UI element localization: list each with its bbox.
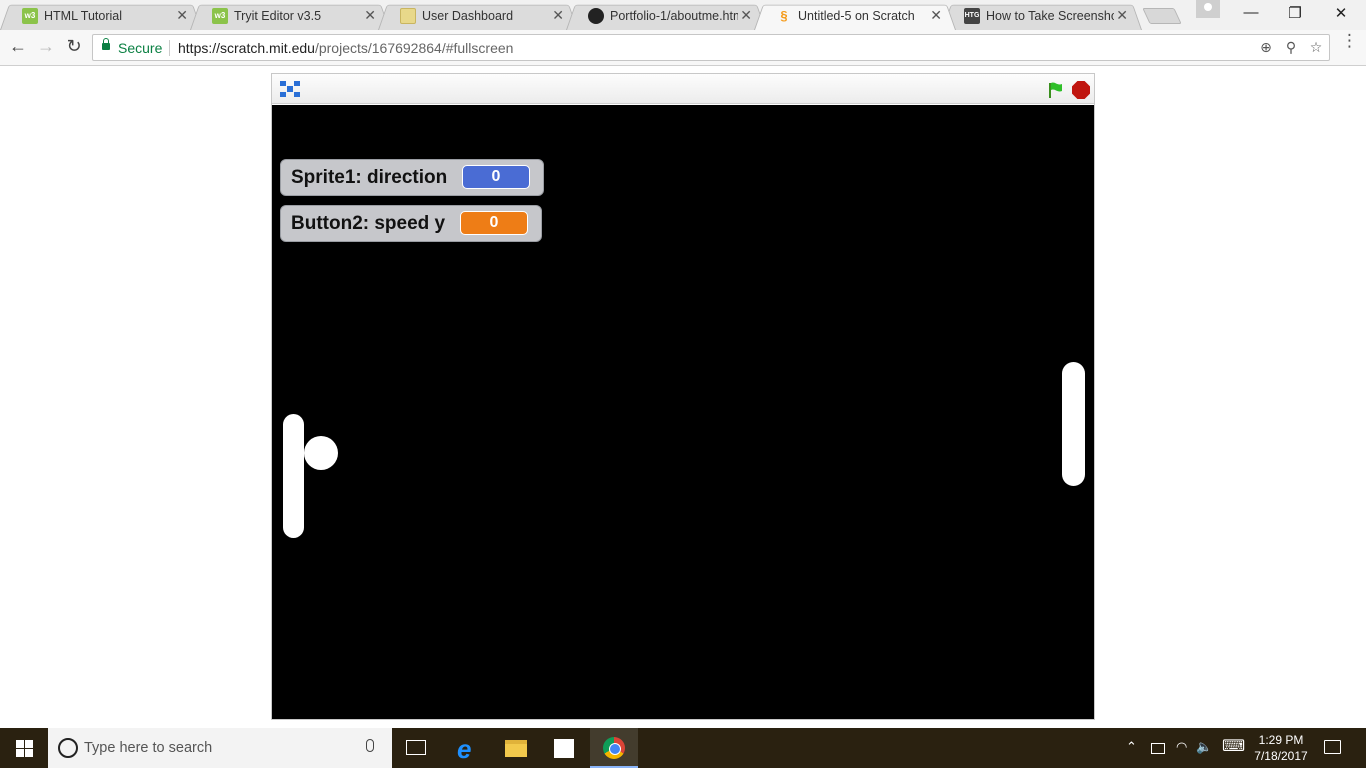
action-center-icon[interactable] [1324,740,1341,754]
folder-icon [400,8,416,24]
monitor-label: Sprite1: direction [291,167,448,188]
search-placeholder: Type here to search [84,740,213,756]
tab-title: User Dashboard [422,9,514,23]
chrome-menu-icon[interactable]: ⋮ [1341,32,1358,49]
windows-taskbar: Type here to search e ⌃ ◠ 🔈 ⌨ 1:29 PM 7/… [0,728,1366,768]
url-text[interactable]: https://scratch.mit.edu/projects/1676928… [178,40,513,56]
forward-button[interactable]: → [34,36,58,57]
browser-toolbar: ← → ↻ Secure https://scratch.mit.edu/pro… [0,30,1366,66]
exit-fullscreen-icon[interactable] [280,81,300,97]
edge-icon[interactable]: e [457,734,471,765]
windows-start-icon[interactable] [16,740,33,757]
chrome-taskbar-button[interactable] [590,728,638,768]
lock-icon [102,38,110,50]
taskbar-clock[interactable]: 1:29 PM 7/18/2017 [1246,732,1316,764]
tray-chevron-icon[interactable]: ⌃ [1126,739,1137,755]
task-view-icon[interactable] [406,740,426,755]
github-icon [588,8,604,24]
close-icon[interactable]: ✕ [1116,7,1128,24]
player-controls-bar [272,74,1094,104]
close-icon[interactable]: ✕ [176,7,188,24]
url-host: https://scratch.mit.edu [178,40,315,56]
chrome-icon [603,737,625,759]
clock-date: 7/18/2017 [1254,749,1308,763]
tab-user-dashboard[interactable]: User Dashboard ✕ [378,2,578,30]
tab-title: Tryit Editor v3.5 [234,9,322,23]
tab-tryit-editor[interactable]: w3 Tryit Editor v3.5 ✕ [190,2,390,30]
close-window-button[interactable]: ✕ [1318,4,1364,22]
w3schools-icon: w3 [22,8,38,24]
tab-title: HTML Tutorial [44,9,123,23]
tab-strip: w3 HTML Tutorial ✕ w3 Tryit Editor v3.5 … [0,0,1366,30]
file-explorer-icon[interactable] [505,740,527,757]
restore-button[interactable]: ❐ [1272,4,1318,22]
stage[interactable]: Sprite1: direction 0 Button2: speed y 0 [272,105,1094,719]
right-paddle-sprite[interactable] [1062,362,1085,486]
tab-title: How to Take Screenshot [986,9,1114,23]
green-flag-icon[interactable] [1046,81,1064,99]
address-bar[interactable]: Secure https://scratch.mit.edu/projects/… [92,34,1330,61]
secure-label: Secure [118,40,163,56]
new-tab-button[interactable] [1142,8,1182,24]
url-path: /projects/167692864/#fullscreen [314,40,514,56]
tab-html-tutorial[interactable]: w3 HTML Tutorial ✕ [0,2,202,30]
clock-time: 1:29 PM [1258,733,1304,747]
bookmark-star-icon[interactable]: ☆ [1307,39,1325,56]
wifi-icon[interactable]: ◠ [1176,739,1187,755]
scratch-icon: § [780,8,788,23]
left-paddle-sprite[interactable] [283,414,304,538]
tab-portfolio[interactable]: Portfolio-1/aboutme.htm ✕ [566,2,766,30]
tab-scratch-active[interactable]: § Untitled-5 on Scratch ✕ [754,2,956,30]
monitor-label: Button2: speed y [291,213,446,234]
reload-button[interactable]: ↻ [62,36,86,57]
keyboard-icon[interactable]: ⌨ [1222,736,1245,756]
cortana-icon [58,738,78,758]
ball-sprite[interactable] [304,436,338,470]
tab-how-to-screenshot[interactable]: HTG How to Take Screenshot ✕ [942,2,1142,30]
profile-icon[interactable] [1196,0,1220,18]
store-icon[interactable] [554,739,574,758]
key-icon[interactable]: ⚲ [1282,39,1300,56]
divider [169,40,170,56]
volume-icon[interactable]: 🔈 [1196,739,1212,755]
close-icon[interactable]: ✕ [552,7,564,24]
variable-monitor-speed-y: Button2: speed y 0 [280,205,542,242]
close-icon[interactable]: ✕ [740,7,752,24]
close-icon[interactable]: ✕ [930,7,942,24]
htg-icon: HTG [964,8,980,24]
taskbar-search-box[interactable]: Type here to search [48,728,392,768]
close-icon[interactable]: ✕ [364,7,376,24]
zoom-icon[interactable]: ⊕ [1257,39,1275,56]
monitor-value: 0 [462,165,530,189]
tab-title: Portfolio-1/aboutme.htm [610,9,738,23]
tab-title: Untitled-5 on Scratch [798,9,915,23]
w3schools-icon: w3 [212,8,228,24]
battery-icon[interactable] [1151,743,1165,754]
back-button[interactable]: ← [6,36,30,57]
scratch-player: Sprite1: direction 0 Button2: speed y 0 [271,73,1095,720]
stop-sign-icon[interactable] [1072,81,1090,99]
variable-monitor-direction: Sprite1: direction 0 [280,159,544,196]
minimize-button[interactable]: — [1228,4,1274,21]
page-content: Sprite1: direction 0 Button2: speed y 0 [0,66,1366,728]
microphone-icon[interactable] [366,739,374,752]
monitor-value: 0 [460,211,528,235]
